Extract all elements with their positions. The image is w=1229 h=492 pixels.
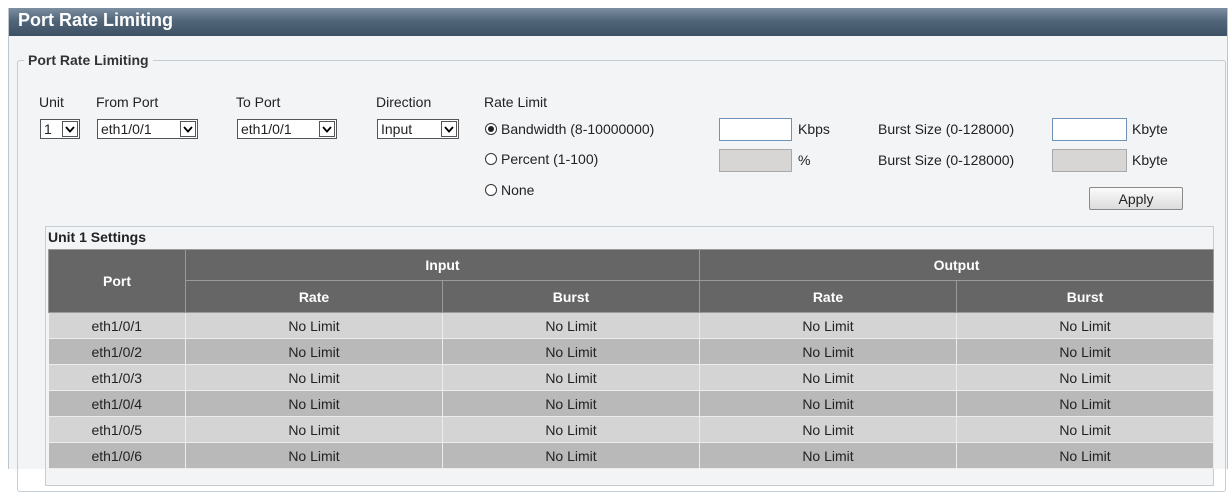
input-burst-cell: No Limit: [442, 364, 700, 391]
unit-select[interactable]: 1: [40, 119, 80, 139]
output-rate-cell: No Limit: [699, 442, 957, 469]
input-burst-cell: No Limit: [442, 338, 700, 365]
chevron-down-icon: [180, 121, 196, 137]
input-rate-cell: No Limit: [185, 338, 443, 365]
output-rate-cell: No Limit: [699, 338, 957, 365]
port-header: Port: [48, 249, 186, 313]
unit-settings-panel: Unit 1 Settings Port Input Output Rate B…: [45, 226, 1214, 486]
bandwidth-unit-label: Kbps: [798, 121, 830, 137]
direction-select[interactable]: Input: [377, 119, 459, 139]
bandwidth-radio-option[interactable]: Bandwidth (8-10000000): [485, 121, 654, 137]
output-rate-cell: No Limit: [699, 390, 957, 417]
none-radio-option[interactable]: None: [485, 182, 534, 198]
output-rate-header: Rate: [699, 280, 957, 313]
none-label: None: [501, 182, 535, 198]
input-rate-cell: No Limit: [185, 390, 443, 417]
bandwidth-input[interactable]: [719, 118, 792, 141]
percent-input[interactable]: [719, 149, 792, 172]
radio-unchecked-icon[interactable]: [485, 153, 497, 165]
rate-limit-table: Port Input Output Rate Burst Rate Burst …: [48, 249, 1214, 469]
port-cell: eth1/0/4: [48, 390, 186, 417]
from-port-select[interactable]: eth1/0/1: [97, 119, 198, 139]
from-port-label: From Port: [96, 94, 159, 110]
table-row: eth1/0/5 No Limit No Limit No Limit No L…: [48, 416, 1214, 443]
chevron-down-icon: [441, 121, 457, 137]
output-burst-cell: No Limit: [956, 390, 1214, 417]
to-port-select-value: eth1/0/1: [241, 121, 292, 137]
port-cell: eth1/0/3: [48, 364, 186, 391]
radio-checked-icon[interactable]: [485, 123, 497, 135]
input-rate-cell: No Limit: [185, 416, 443, 443]
output-header: Output: [699, 249, 1214, 281]
burst-size-label: Burst Size (0-128000): [878, 121, 1015, 137]
port-cell: eth1/0/5: [48, 416, 186, 443]
to-port-label: To Port: [236, 94, 281, 110]
title-bar: Port Rate Limiting: [9, 8, 1227, 36]
bandwidth-label: Bandwidth (8-10000000): [501, 121, 655, 137]
port-cell: eth1/0/2: [48, 338, 186, 365]
radio-unchecked-icon[interactable]: [485, 184, 497, 196]
apply-button[interactable]: Apply: [1089, 187, 1183, 210]
chevron-down-icon: [62, 121, 78, 137]
page-frame: Port Rate Limiting Port Rate Limiting Un…: [8, 8, 1228, 492]
input-header: Input: [185, 249, 700, 281]
input-burst-cell: No Limit: [442, 442, 700, 469]
percent-unit-label: %: [798, 152, 811, 168]
port-cell: eth1/0/1: [48, 312, 186, 339]
input-rate-cell: No Limit: [185, 364, 443, 391]
output-rate-cell: No Limit: [699, 312, 957, 339]
output-burst-cell: No Limit: [956, 364, 1214, 391]
page-title: Port Rate Limiting: [18, 10, 174, 30]
unit-select-value: 1: [44, 121, 52, 137]
burst-size-input[interactable]: [1052, 118, 1127, 141]
output-rate-cell: No Limit: [699, 416, 957, 443]
percent-burst-unit-label: Kbyte: [1132, 152, 1168, 168]
rate-limit-label: Rate Limit: [484, 94, 548, 110]
output-burst-cell: No Limit: [956, 416, 1214, 443]
to-port-select[interactable]: eth1/0/1: [237, 119, 337, 139]
unit-label: Unit: [39, 94, 64, 110]
port-cell: eth1/0/6: [48, 442, 186, 469]
direction-label: Direction: [376, 94, 432, 110]
table-row: eth1/0/6 No Limit No Limit No Limit No L…: [48, 442, 1214, 469]
from-port-select-value: eth1/0/1: [101, 121, 152, 137]
table-row: eth1/0/2 No Limit No Limit No Limit No L…: [48, 338, 1214, 365]
burst-unit-label: Kbyte: [1132, 121, 1168, 137]
direction-select-value: Input: [381, 121, 413, 137]
input-rate-cell: No Limit: [185, 312, 443, 339]
output-burst-cell: No Limit: [956, 312, 1214, 339]
percent-label: Percent (1-100): [501, 151, 599, 167]
percent-burst-size-label: Burst Size (0-128000): [878, 152, 1015, 168]
output-rate-cell: No Limit: [699, 364, 957, 391]
input-rate-cell: No Limit: [185, 442, 443, 469]
percent-burst-size-input[interactable]: [1052, 149, 1127, 172]
output-burst-cell: No Limit: [956, 442, 1214, 469]
input-burst-cell: No Limit: [442, 312, 700, 339]
fieldset-legend: Port Rate Limiting: [28, 52, 149, 68]
percent-radio-option[interactable]: Percent (1-100): [485, 151, 598, 167]
table-row: eth1/0/3 No Limit No Limit No Limit No L…: [48, 364, 1214, 391]
chevron-down-icon: [319, 121, 335, 137]
table-row: eth1/0/4 No Limit No Limit No Limit No L…: [48, 390, 1214, 417]
input-burst-cell: No Limit: [442, 416, 700, 443]
input-burst-cell: No Limit: [442, 390, 700, 417]
output-burst-header: Burst: [956, 280, 1214, 313]
input-burst-header: Burst: [442, 280, 700, 313]
unit-settings-title: Unit 1 Settings: [48, 229, 147, 245]
table-row: eth1/0/1 No Limit No Limit No Limit No L…: [48, 312, 1214, 339]
input-rate-header: Rate: [185, 280, 443, 313]
output-burst-cell: No Limit: [956, 338, 1214, 365]
